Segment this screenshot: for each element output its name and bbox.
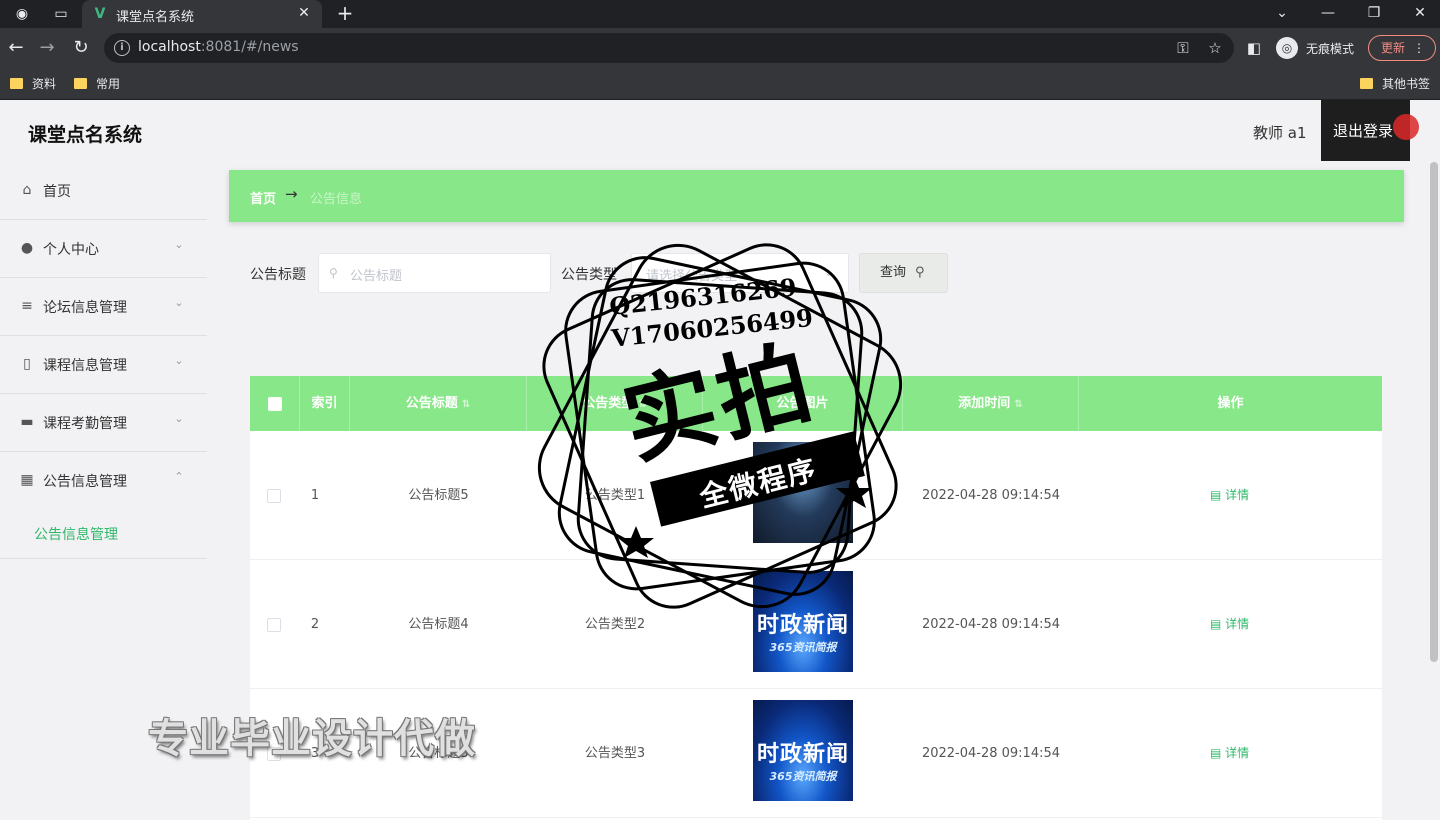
- breadcrumb-current: 公告信息: [310, 192, 363, 207]
- select-all-checkbox[interactable]: [268, 397, 282, 411]
- sidebar: ⌂ 首页 ● 个人中心 ⌄ ≡ 论坛信息管理 ⌄ ▯ 课程信息管理 ⌄ ▬ 课程…: [0, 162, 207, 562]
- watermark-text: 专业毕业设计代做: [148, 716, 476, 762]
- user-icon: ●: [20, 240, 34, 256]
- scroll-thumb[interactable]: [1430, 162, 1438, 662]
- notice-image: 时政新闻 365资讯简报: [753, 700, 853, 801]
- folder-icon: [74, 78, 87, 89]
- cell-type: 公告类型3: [584, 746, 646, 761]
- logout-button[interactable]: 退出登录: [1321, 100, 1419, 161]
- app-title: 课堂点名系统: [28, 124, 143, 146]
- sidebar-subitem-notice[interactable]: 公告信息管理: [34, 524, 118, 544]
- vue-favicon-icon: V: [94, 6, 106, 22]
- globe-icon[interactable]: ◉: [11, 4, 33, 24]
- back-icon[interactable]: ←: [5, 37, 27, 59]
- list-icon: ≡: [21, 298, 33, 314]
- incognito-label: 无痕模式: [1306, 42, 1355, 56]
- sidebar-item-profile[interactable]: ● 个人中心 ⌄: [0, 220, 207, 278]
- sidebar-item-forum[interactable]: ≡ 论坛信息管理 ⌄: [0, 278, 207, 336]
- row-checkbox[interactable]: [267, 489, 281, 503]
- chevron-down-icon[interactable]: ⌄: [1270, 2, 1294, 24]
- other-bookmarks[interactable]: 其他书签: [1360, 75, 1430, 93]
- reload-icon[interactable]: ↻: [70, 37, 92, 59]
- forward-icon[interactable]: →: [36, 37, 58, 59]
- row-checkbox[interactable]: [267, 618, 281, 632]
- bookmark-folder[interactable]: 资料: [10, 75, 56, 93]
- breadcrumb-separator: →: [285, 185, 298, 203]
- folder-icon: [1360, 78, 1373, 89]
- tab-title: 课堂点名系统: [116, 10, 195, 25]
- col-title[interactable]: 公告标题 ⇅: [350, 376, 527, 431]
- app-header: 课堂点名系统 教师 a1 退出登录: [0, 100, 1440, 162]
- document-icon: ▤: [1210, 617, 1226, 631]
- chevron-down-icon: ⌄: [174, 296, 184, 309]
- grid-icon: ▦: [20, 472, 34, 488]
- chevron-down-icon: ⌄: [174, 412, 184, 425]
- breadcrumb-home[interactable]: 首页: [250, 188, 276, 207]
- title-search-label: 公告标题: [250, 267, 306, 283]
- detail-link[interactable]: ▤ 详情: [1210, 689, 1249, 818]
- update-button[interactable]: 更新 ⋮: [1368, 35, 1436, 61]
- cell-time: 2022-04-28 09:14:54: [921, 746, 1061, 761]
- home-icon: ⌂: [22, 182, 32, 198]
- chevron-up-icon: ⌃: [174, 470, 184, 483]
- incognito-icon: ◎: [1276, 37, 1298, 59]
- more-icon: ⋮: [1413, 41, 1425, 55]
- cell-title: 公告标题4: [408, 617, 469, 632]
- address-bar: ← → ↻ i localhost:8081/#/news ⚿ ☆ ◧ ◎ 无痕…: [0, 28, 1440, 68]
- sidebar-item-attendance[interactable]: ▬ 课程考勤管理 ⌄: [0, 394, 207, 452]
- sidebar-item-course[interactable]: ▯ 课程信息管理 ⌄: [0, 336, 207, 394]
- sort-icon: ⇅: [461, 399, 471, 410]
- star-icon[interactable]: ☆: [1204, 37, 1226, 59]
- cursor-indicator: [1393, 114, 1419, 140]
- col-time[interactable]: 添加时间 ⇅: [903, 376, 1079, 431]
- restore-icon[interactable]: ❐: [1362, 2, 1386, 24]
- url-omnibox[interactable]: i localhost:8081/#/news ⚿ ☆: [104, 33, 1234, 63]
- url-text[interactable]: localhost:8081/#/news: [138, 39, 299, 55]
- divider: [0, 558, 207, 559]
- folder-icon: [10, 78, 23, 89]
- chevron-down-icon: ⌄: [174, 238, 184, 251]
- detail-link[interactable]: ▤ 详情: [1210, 431, 1249, 560]
- info-icon[interactable]: i: [114, 40, 130, 56]
- sidebar-item-notice[interactable]: ▦ 公告信息管理 ⌃: [0, 452, 207, 510]
- page-scrollbar[interactable]: [1428, 162, 1440, 820]
- key-icon[interactable]: ⚿: [1172, 37, 1194, 59]
- title-search-input[interactable]: ⚲ 公告标题: [318, 253, 551, 293]
- select-all-cell: [250, 376, 300, 431]
- col-index: 索引: [300, 376, 350, 431]
- cell-time: 2022-04-28 09:14:54: [921, 488, 1061, 503]
- cell-time: 2022-04-28 09:14:54: [921, 617, 1061, 632]
- stamp-overlay: Q2196316269 V17060256499 实拍 全微程序: [520, 236, 920, 616]
- sort-icon: ⇅: [1014, 399, 1023, 410]
- phone-icon: ▯: [23, 356, 31, 372]
- new-tab-icon[interactable]: +: [334, 3, 356, 25]
- search-icon: ⚲: [329, 266, 338, 280]
- user-name: 教师 a1: [1253, 124, 1307, 142]
- bookmark-folder[interactable]: 常用: [74, 75, 120, 93]
- browser-tab-bar: ◉ ▭ V 课堂点名系统 ✕ + ⌄ — ❐ ✕: [0, 0, 1440, 28]
- document-icon: ▤: [1210, 746, 1226, 760]
- col-action: 操作: [1217, 396, 1244, 411]
- side-panel-icon[interactable]: ◧: [1244, 38, 1264, 58]
- bookmarks-bar: 资料 常用 其他书签: [0, 68, 1440, 100]
- briefcase-icon: ▬: [20, 414, 34, 430]
- breadcrumb: 首页 → 公告信息: [229, 170, 1404, 222]
- window-close-icon[interactable]: ✕: [1408, 2, 1432, 24]
- cell-index: 2: [310, 617, 320, 632]
- minimize-icon[interactable]: —: [1316, 2, 1340, 24]
- cell-index: 1: [310, 488, 320, 503]
- close-icon[interactable]: ✕: [296, 5, 312, 21]
- cell-title: 公告标题5: [408, 488, 469, 503]
- sidebar-item-home[interactable]: ⌂ 首页: [0, 162, 207, 220]
- browser-tab[interactable]: V 课堂点名系统 ✕: [82, 0, 322, 28]
- tab-search-icon[interactable]: ▭: [50, 4, 72, 24]
- document-icon: ▤: [1210, 488, 1226, 502]
- detail-link[interactable]: ▤ 详情: [1210, 560, 1249, 689]
- chevron-down-icon: ⌄: [174, 354, 184, 367]
